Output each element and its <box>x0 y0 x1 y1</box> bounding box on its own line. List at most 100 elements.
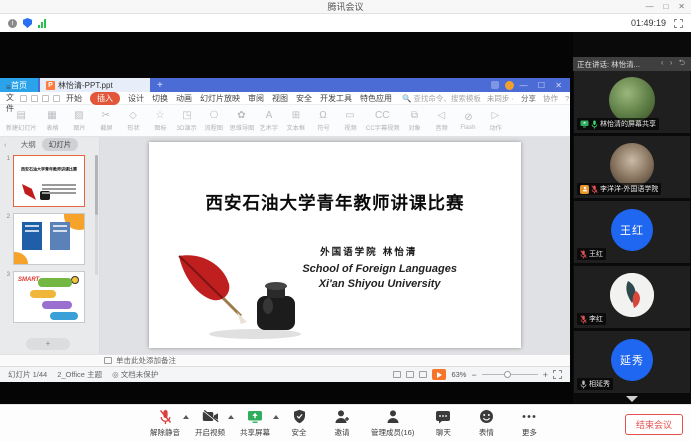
reading-view-icon[interactable] <box>419 371 427 378</box>
unmute-button[interactable]: 解除静音 <box>150 408 180 438</box>
ribbon-command[interactable]: ⎔ 流程图 <box>201 109 228 132</box>
ribbon-command-label: Flash <box>461 124 476 131</box>
security-button[interactable]: 安全 <box>285 408 313 438</box>
sidebar-pager-icons[interactable]: ‹ › ⮌ <box>661 57 687 71</box>
wps-ribbon-tab[interactable]: 幻灯片放映 <box>200 93 240 104</box>
security-shield-icon[interactable] <box>23 18 32 28</box>
manage-members-button[interactable]: 管理成员(16) <box>371 408 414 438</box>
reactions-button[interactable]: 表情 <box>472 408 500 438</box>
slideshow-play-button[interactable] <box>432 369 446 380</box>
ribbon-command[interactable]: ▷ 动作 <box>482 109 509 132</box>
more-button[interactable]: 更多 <box>515 408 543 438</box>
zoom-out-button[interactable]: − <box>471 370 476 380</box>
fit-slide-icon[interactable] <box>553 370 562 379</box>
ribbon-command[interactable]: ⊘ Flash <box>455 111 482 131</box>
wps-ribbon-tab[interactable]: 开始 <box>66 93 82 104</box>
slide-thumbnail-3[interactable]: SMART <box>13 271 85 323</box>
wps-ribbon-tab[interactable]: 特色应用 <box>360 93 392 104</box>
ribbon-command-icon: ▨ <box>74 109 83 122</box>
collapse-tiles-arrow[interactable] <box>626 396 638 402</box>
ribbon-command-icon: ✂ <box>102 109 110 122</box>
meeting-duration: 01:49:19 <box>631 18 666 28</box>
notes-bar[interactable]: 单击此处添加备注 <box>0 354 570 366</box>
ribbon-command[interactable]: Ω 符号 <box>310 109 337 132</box>
zoom-in-button[interactable]: + <box>543 370 548 380</box>
chat-button[interactable]: 聊天 <box>429 408 457 438</box>
wps-ribbon-tab[interactable]: 动画 <box>176 93 192 104</box>
current-slide[interactable]: 西安石油大学青年教师讲课比赛 外国语学院 林怡清 School of Forei… <box>149 142 521 348</box>
theme-name[interactable]: 2_Office 主题 <box>57 369 102 380</box>
zoom-level[interactable]: 63% <box>451 370 466 379</box>
tab-slides[interactable]: 幻灯片 <box>42 138 79 151</box>
wps-account-avatar[interactable] <box>505 81 514 90</box>
slide-panel: ‹ 大纲 幻灯片 1 西安石油大学青年教师讲课比赛 <box>0 137 100 354</box>
wps-window-controls[interactable]: — ☐ ✕ <box>520 81 566 90</box>
fullscreen-icon[interactable] <box>674 19 683 28</box>
ribbon-command-icon: ◳ <box>182 109 191 122</box>
ribbon-command[interactable]: ▭ 视频 <box>337 109 364 132</box>
wps-insert-ribbon: ▤ 新建幻灯片 ▦ 表格 ▨ 图片 ✂ 截屏 <box>0 105 570 137</box>
wps-ribbon-tab[interactable]: 开发工具 <box>320 93 352 104</box>
add-slide-button[interactable]: + <box>26 338 70 350</box>
wps-help-icon[interactable]: ? <box>565 94 569 103</box>
maximize-button[interactable]: □ <box>663 3 668 11</box>
close-button[interactable]: ✕ <box>678 3 685 11</box>
wps-sync-status[interactable]: 未同步 · <box>487 93 514 104</box>
app-titlebar: 腾讯会议 — □ ✕ <box>0 0 691 14</box>
wps-document-tab[interactable]: P 林怡清-PPT.ppt <box>40 78 150 92</box>
participant-tile[interactable]: 延秀 相延秀 <box>574 331 690 393</box>
ribbon-command[interactable]: ✂ 截屏 <box>93 109 120 132</box>
slide-number: 1 <box>4 155 10 207</box>
end-meeting-button[interactable]: 结束会议 <box>625 414 683 435</box>
chat-bubble-icon <box>435 410 451 424</box>
meeting-info-icon[interactable]: i <box>8 19 17 28</box>
wps-ribbon-tab[interactable]: 插入 <box>90 92 120 105</box>
wps-share-button[interactable]: 分享 <box>521 93 536 104</box>
start-video-button[interactable]: 开启视频 <box>195 408 225 438</box>
ribbon-command[interactable]: ◳ 3D演示 <box>174 109 201 132</box>
participant-tile[interactable]: 林怡清的屏幕共享 <box>574 71 690 133</box>
wps-ribbon-tab[interactable]: 切换 <box>152 93 168 104</box>
invite-button[interactable]: 邀请 <box>328 408 356 438</box>
ribbon-command[interactable]: ✿ 思维导图 <box>228 109 256 132</box>
wps-ribbon-tab[interactable]: 设计 <box>128 93 144 104</box>
wps-new-tab-button[interactable]: + <box>150 78 170 92</box>
ribbon-command-label: CC字幕视频 <box>365 122 399 132</box>
wps-ribbon-tab[interactable]: 审阅 <box>248 93 264 104</box>
ribbon-command-icon: ▷ <box>492 109 500 122</box>
participant-tile[interactable]: 李洋洋-外国语学院 <box>574 136 690 198</box>
slide-thumbnail-2[interactable] <box>13 213 85 265</box>
slide-thumbnail-1[interactable]: 西安石油大学青年教师讲课比赛 <box>13 155 85 207</box>
ribbon-command[interactable]: ◁ 音频 <box>428 109 455 132</box>
ribbon-command[interactable]: ▦ 表格 <box>39 109 66 132</box>
minimize-button[interactable]: — <box>645 3 653 11</box>
ribbon-command[interactable]: A 艺术字 <box>256 109 283 132</box>
slide-sorter-icon[interactable] <box>406 371 414 378</box>
ribbon-command[interactable]: ◇ 形状 <box>120 109 147 132</box>
participant-tile[interactable]: 李红 <box>574 266 690 328</box>
wps-file-menu[interactable]: ≡ 文件 <box>6 83 14 114</box>
ribbon-command[interactable]: CC CC字幕视频 <box>364 109 401 132</box>
wps-quick-access-toolbar[interactable] <box>20 95 60 102</box>
quill-mini <box>22 184 36 200</box>
participant-tile[interactable]: 王红 王红 <box>574 201 690 263</box>
ribbon-command[interactable]: ▨ 图片 <box>66 109 93 132</box>
panel-scrollbar[interactable] <box>95 155 98 275</box>
screen-share-icon <box>580 120 589 128</box>
share-screen-icon <box>247 410 263 424</box>
wps-collab-button[interactable]: 协作 <box>543 93 558 104</box>
share-screen-button[interactable]: 共享屏幕 <box>240 408 270 438</box>
tab-outline[interactable]: 大纲 <box>21 139 36 150</box>
ribbon-command[interactable]: ⧉ 对象 <box>401 109 428 132</box>
panel-collapse-icon[interactable]: ‹ <box>4 140 7 149</box>
wps-command-search[interactable]: 🔍 查找命令、搜索模板 <box>402 93 481 104</box>
wps-app-icon[interactable] <box>491 81 499 89</box>
ribbon-command-label: 图片 <box>73 122 85 132</box>
normal-view-icon[interactable] <box>393 371 401 378</box>
ribbon-command[interactable]: ⊞ 文本框 <box>283 109 310 132</box>
wps-ribbon-tab[interactable]: 视图 <box>272 93 288 104</box>
protection-status[interactable]: ◎ 文档未保护 <box>112 369 158 380</box>
wps-ribbon-tab[interactable]: 安全 <box>296 93 312 104</box>
ribbon-command[interactable]: ☆ 图标 <box>147 109 174 132</box>
zoom-slider[interactable] <box>482 374 538 375</box>
